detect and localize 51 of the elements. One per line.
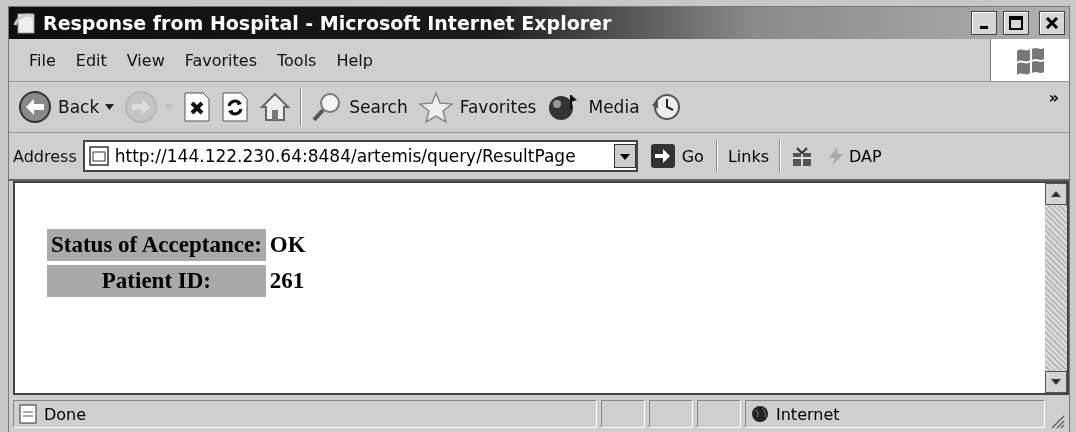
link-button[interactable]: DAP [823, 145, 886, 167]
close-icon [1045, 16, 1059, 30]
status-pane [697, 400, 741, 428]
field-value: 261 [268, 267, 306, 295]
menu-item[interactable]: File [19, 46, 66, 74]
scroll-up-button[interactable] [1045, 183, 1067, 205]
favorites-button[interactable]: Favorites [412, 89, 542, 125]
field-label: Status of Acceptance: [47, 229, 266, 261]
search-button[interactable]: Search [306, 89, 413, 125]
maximize-icon [1009, 16, 1023, 30]
down-arrow-icon [1051, 379, 1061, 385]
field-label: Patient ID: [47, 265, 266, 297]
status-pane [649, 400, 693, 428]
zone-text: Internet [776, 404, 840, 424]
menu-item[interactable]: Help [326, 46, 383, 74]
window-title: Response from Hospital - Microsoft Internet Explorer [43, 12, 613, 34]
dropdown-button[interactable] [613, 144, 636, 168]
menu-item[interactable]: Favorites [174, 46, 267, 74]
browser-icon [13, 11, 37, 35]
links-button[interactable]: Links [723, 146, 773, 166]
menu-item[interactable]: View [116, 46, 175, 74]
go-button[interactable]: Go [643, 143, 710, 169]
status-text: Done [44, 404, 87, 424]
page-icon [88, 146, 109, 166]
gift-icon [791, 145, 813, 167]
menu-item[interactable]: Edit [65, 46, 117, 74]
scroll-down-button[interactable] [1045, 371, 1067, 393]
lightning-icon [827, 145, 845, 167]
minimize-button[interactable] [971, 11, 997, 35]
back-button[interactable]: Back [13, 88, 120, 126]
scrollbar[interactable] [1045, 183, 1067, 393]
media-button[interactable]: Media [541, 89, 645, 125]
caret-icon [105, 104, 115, 110]
field-value: OK [268, 231, 307, 259]
menu-item[interactable]: Tools [267, 46, 327, 74]
address-label: Address [13, 146, 77, 166]
up-arrow-icon [1051, 191, 1061, 197]
close-button[interactable] [1039, 11, 1065, 35]
toolbar-overflow-button[interactable]: » [1046, 88, 1061, 107]
stop-icon [183, 92, 212, 122]
star-icon [417, 91, 454, 123]
globe-icon [750, 404, 770, 424]
resize-grip-icon[interactable] [1049, 413, 1065, 429]
page-icon [18, 404, 38, 424]
status-pane [601, 400, 645, 428]
caret-icon [619, 154, 630, 160]
minimize-icon [980, 26, 988, 29]
house-icon [259, 91, 292, 123]
refresh-icon [221, 92, 250, 122]
maximize-button[interactable] [1003, 11, 1029, 35]
address-field[interactable]: http://144.122.230.64:8484/artemis/query/ResultPage [82, 140, 638, 172]
